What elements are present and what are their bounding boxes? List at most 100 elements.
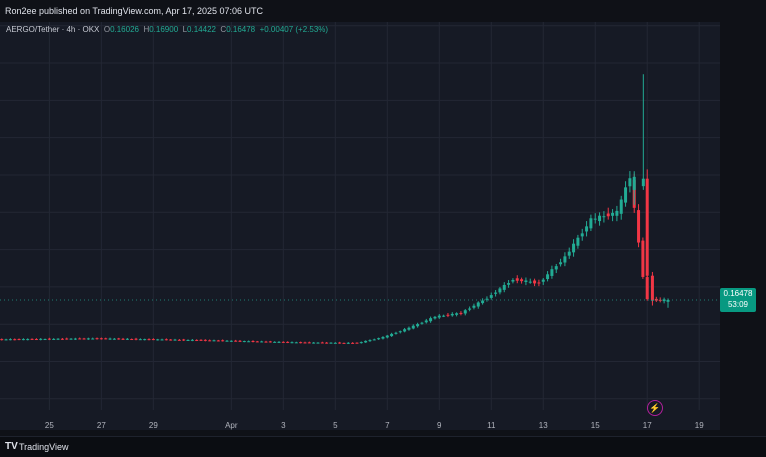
candle-body [4, 339, 8, 341]
publisher-header: Ron2ee published on TradingView.com, Apr… [0, 0, 766, 22]
candle-body [528, 281, 532, 283]
symbol-name: AERGO/Tether · 4h · OKX [6, 25, 100, 34]
last-price-value: 0.16478 [723, 289, 753, 299]
candle-body [485, 298, 489, 300]
candle-body [515, 278, 519, 281]
candle-body [567, 251, 571, 256]
candle-body [255, 341, 259, 343]
candle-body [56, 338, 60, 340]
candle-body [511, 280, 515, 282]
tradingview-brand: TradingView [19, 442, 69, 452]
candle-body [563, 256, 567, 263]
candle-body [390, 333, 394, 337]
candle-body [572, 243, 576, 253]
candle-body [30, 338, 34, 340]
time-tick-label: 9 [437, 421, 442, 430]
candle-body [554, 266, 558, 270]
time-tick-label: 27 [97, 421, 106, 430]
candle-body [463, 310, 467, 314]
candle-body [429, 318, 433, 322]
candle-body [385, 335, 389, 338]
candle-body [221, 340, 225, 342]
candle-body [394, 332, 398, 334]
candle-body [199, 339, 203, 341]
candle-body [225, 340, 229, 342]
candle-body [502, 284, 506, 290]
candle-body [442, 315, 446, 317]
candle-body [281, 341, 285, 343]
candle-body [273, 341, 277, 343]
candle-body [182, 339, 186, 341]
candle-body [433, 316, 437, 319]
candle-body [364, 340, 368, 343]
time-tick-label: 5 [333, 421, 338, 430]
candle-body [446, 314, 450, 316]
candle-body [177, 339, 181, 341]
candle-body [645, 178, 649, 276]
candle-body [134, 338, 138, 340]
time-tick-label: 3 [281, 421, 286, 430]
candle-body [104, 338, 108, 340]
candle-body [468, 308, 472, 310]
candle-body [117, 338, 121, 340]
candle-body [203, 339, 207, 341]
candle-body [632, 176, 636, 190]
candle-body [541, 279, 545, 282]
candle-body [351, 342, 355, 344]
candle-body [498, 288, 502, 293]
candle-body [73, 338, 77, 340]
candle-body [580, 233, 584, 237]
lightning-icon[interactable]: ⚡ [647, 400, 663, 416]
time-tick-label: 7 [385, 421, 390, 430]
candle-body [0, 339, 4, 341]
candle-body [43, 339, 47, 341]
price-axis[interactable] [720, 22, 766, 430]
candle-body [17, 339, 21, 341]
candle-body [606, 213, 610, 217]
candle-body [424, 320, 428, 323]
candle-body [208, 340, 212, 342]
candle-body [8, 339, 12, 341]
candle-body [420, 322, 424, 324]
candle-body [342, 342, 346, 344]
candle-body [346, 342, 350, 344]
candle-body [489, 295, 493, 298]
candle-body [91, 338, 95, 340]
candle-body [86, 338, 90, 340]
candle-body [307, 342, 311, 344]
candle-body [294, 342, 298, 344]
candle-body [411, 325, 415, 329]
candle-body [195, 339, 199, 341]
candle-body [52, 338, 56, 340]
candle-body [60, 338, 64, 340]
candle-body [216, 340, 220, 342]
candle-body [121, 338, 125, 340]
time-tick-label: 17 [643, 421, 652, 430]
candle-body [95, 338, 99, 340]
candle-body [359, 342, 363, 344]
candlestick-chart: 0.900000.800000.700000.600000.500000.400… [0, 22, 754, 430]
candle-body [329, 342, 333, 344]
candle-body [21, 339, 25, 341]
candle-body [559, 262, 563, 265]
change-value: +0.00407 (+2.53%) [259, 25, 329, 34]
high-value: 0.16900 [149, 25, 179, 34]
low-value: 0.14422 [187, 25, 216, 34]
open-value: 0.16026 [110, 25, 139, 34]
candle-body [641, 178, 645, 187]
candle-body [316, 342, 320, 344]
candle-body [242, 341, 246, 343]
candle-body [507, 283, 511, 285]
time-tick-label: 29 [149, 421, 158, 430]
bar-countdown: 53:09 [727, 300, 749, 310]
time-tick-label: 25 [45, 421, 54, 430]
candle-body [234, 340, 238, 342]
candle-body [143, 339, 147, 341]
candle-body [333, 342, 337, 344]
symbol-legend: AERGO/Tether · 4h · OKX O0.16026 H0.1690… [6, 25, 328, 34]
candle-body [624, 187, 628, 203]
candle-body [238, 340, 242, 342]
candle-body [277, 341, 281, 343]
candle-body [112, 338, 116, 340]
time-tick-label: Apr [225, 421, 238, 430]
